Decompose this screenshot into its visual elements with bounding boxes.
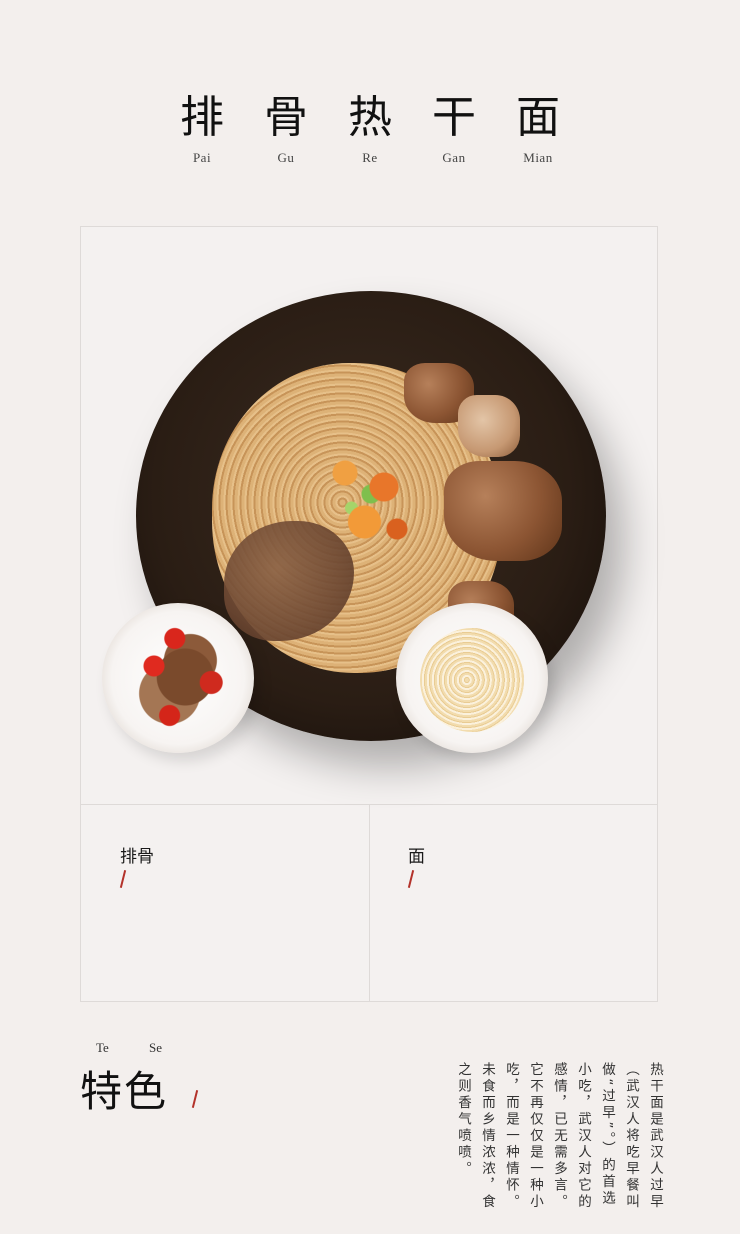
title-char: 干 Gan [432, 92, 476, 166]
noodles-label: 面 [408, 847, 425, 867]
accent-slash [191, 1090, 199, 1108]
title-char: 面 Mian [516, 92, 560, 166]
feature-pinyin-1: Te [96, 1040, 109, 1055]
title-char: 热 Re [348, 92, 392, 166]
divider [369, 804, 370, 1002]
feature-heading: 特色 [80, 1067, 169, 1116]
pickled-topping-image [306, 431, 436, 571]
feature-pinyin-2: Se [149, 1040, 162, 1055]
title-han: 排 [180, 92, 224, 143]
dish-title: 排 Pai 骨 Gu 热 Re 干 Gan 面 Mian [0, 92, 740, 166]
title-pinyin: Pai [192, 150, 212, 165]
ribs-dish-image [128, 622, 232, 732]
plain-noodles-image [420, 628, 524, 732]
title-han: 热 [348, 92, 392, 143]
title-han: 面 [516, 92, 560, 143]
title-han: 干 [432, 92, 476, 143]
title-pinyin: Gan [442, 150, 466, 165]
rib-piece-image [444, 461, 562, 561]
title-char: 骨 Gu [264, 92, 308, 166]
rib-piece-image [458, 395, 520, 457]
feature-pinyin: Te Se [96, 1040, 162, 1056]
title-pinyin: Mian [523, 150, 553, 165]
title-han: 骨 [264, 92, 308, 143]
feature-description: 热干面是武汉人过早（武汉人将吃早餐叫做“过早”。）的首选小吃，武汉人对它的感情，… [455, 1062, 663, 1211]
title-char: 排 Pai [180, 92, 224, 166]
ribs-label: 排骨 [120, 847, 154, 867]
title-pinyin: Gu [277, 150, 295, 165]
title-pinyin: Re [362, 150, 378, 165]
